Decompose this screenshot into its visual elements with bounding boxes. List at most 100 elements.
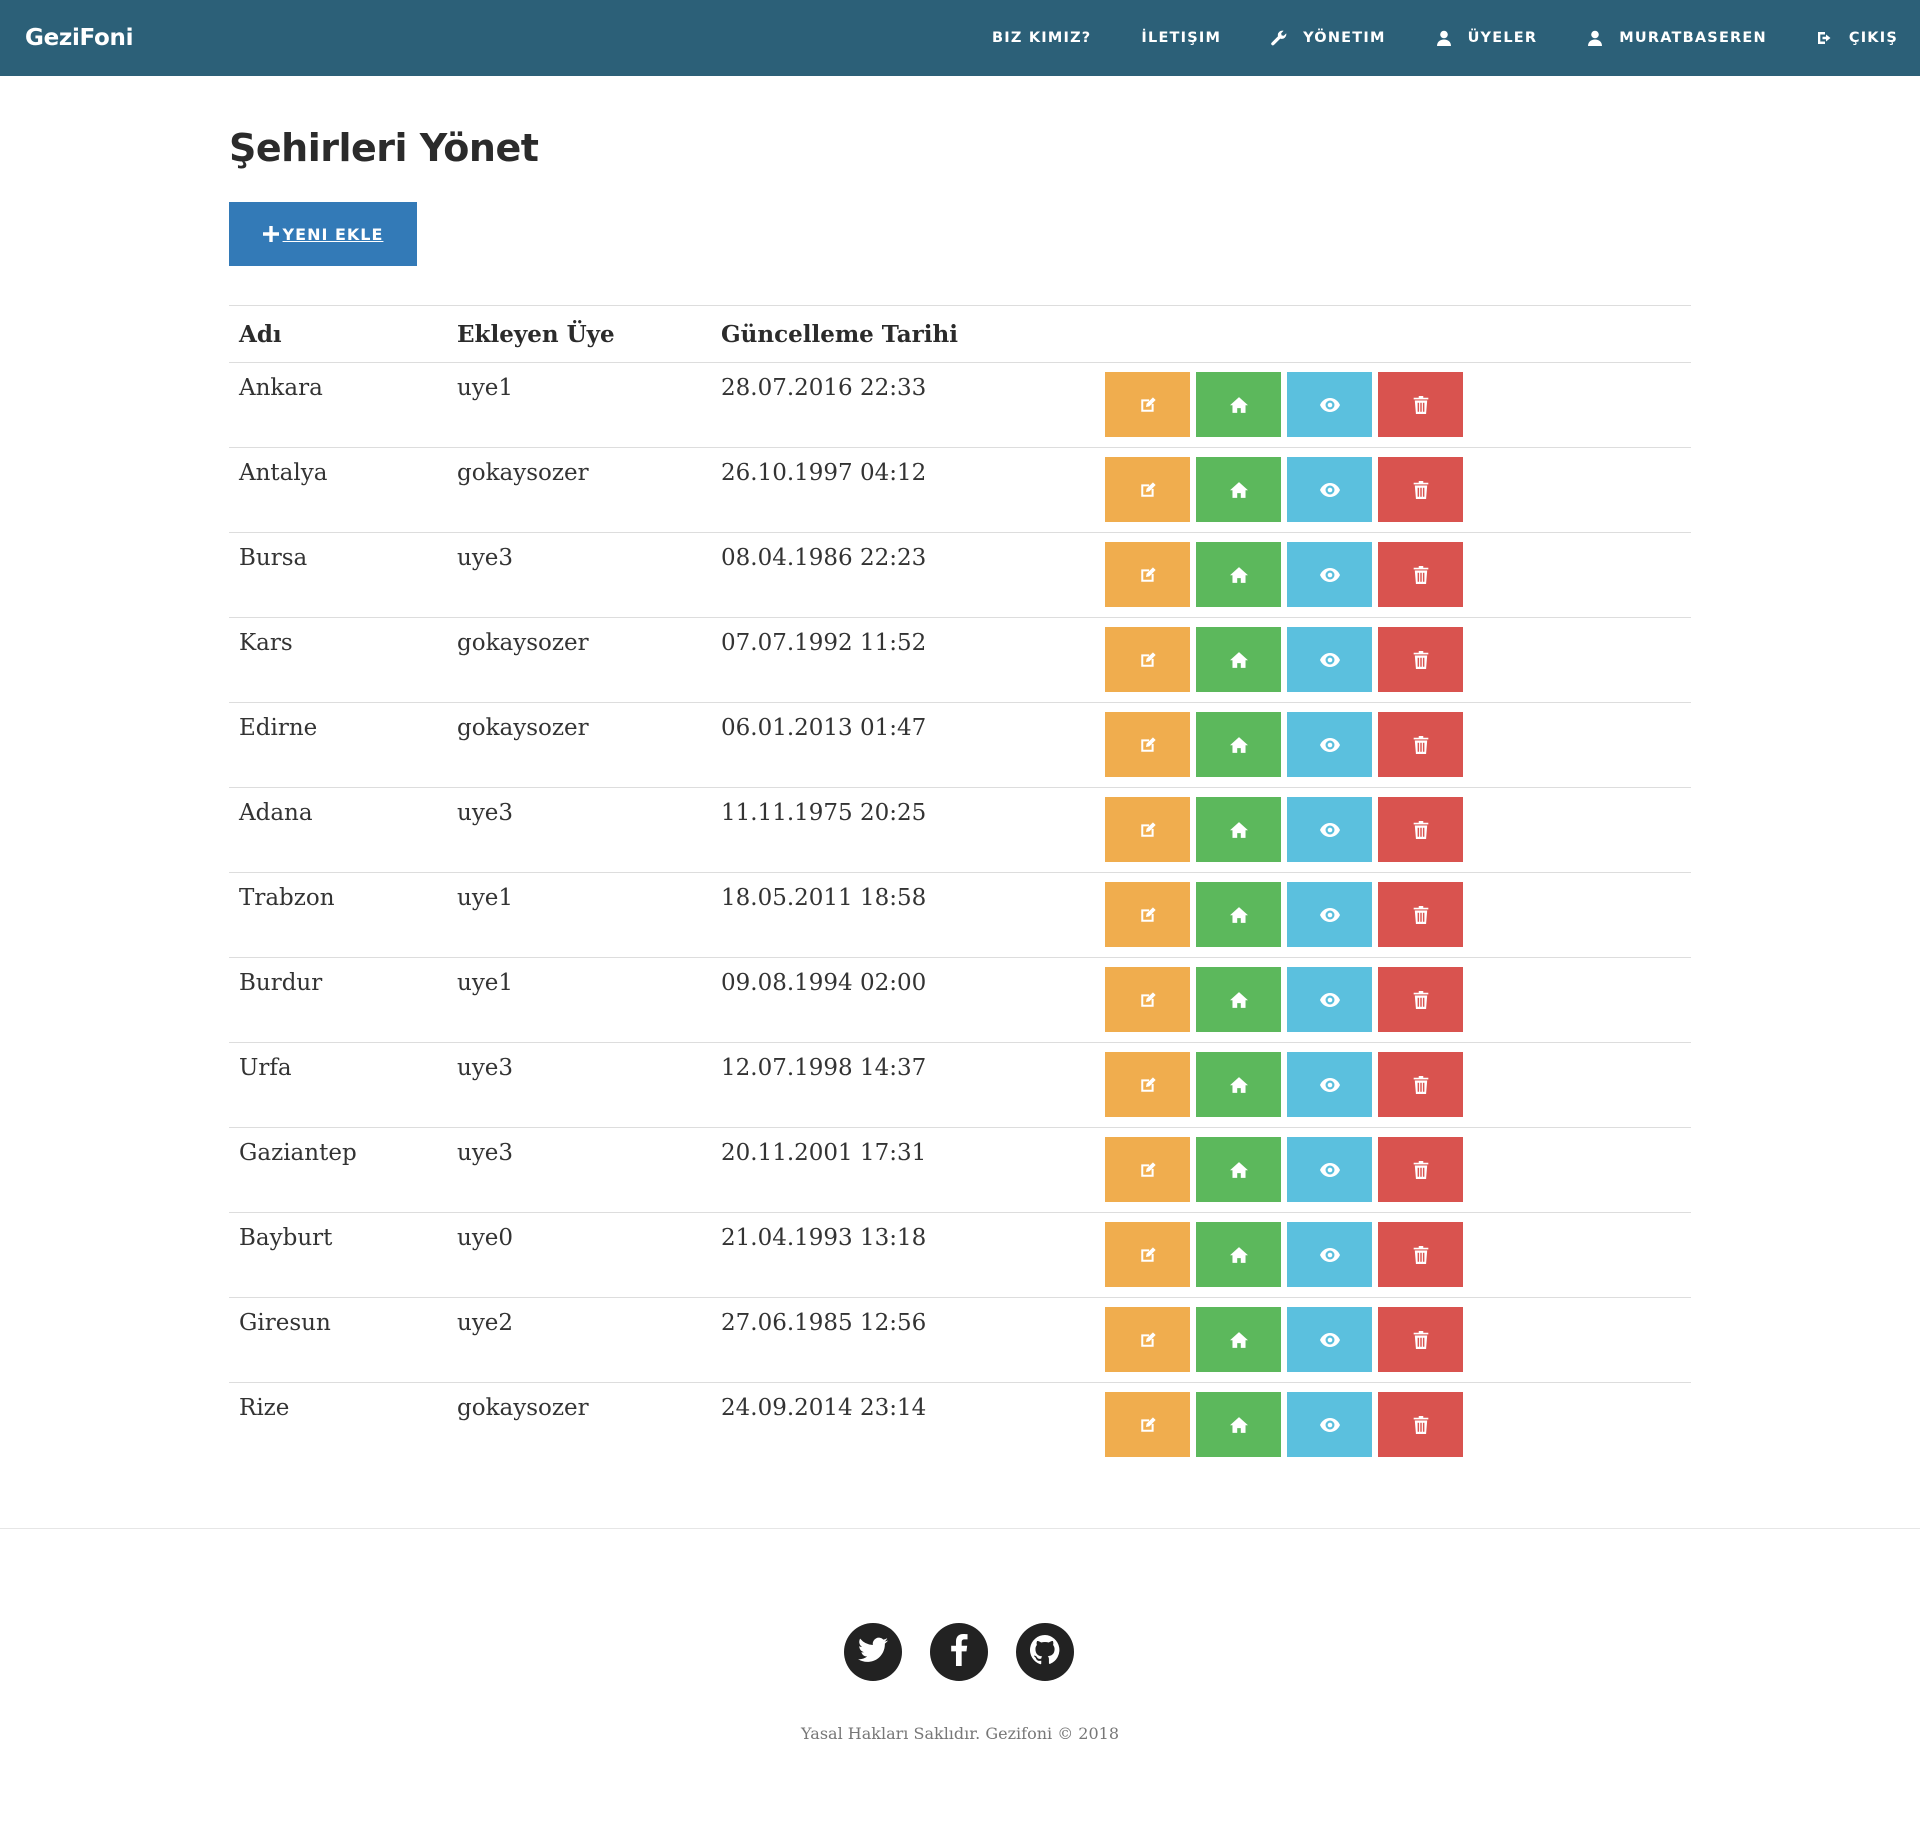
view-button[interactable] (1287, 627, 1372, 692)
delete-button[interactable] (1378, 1222, 1463, 1287)
home-button[interactable] (1196, 1307, 1281, 1372)
date-cell: 06.01.2013 01:47 (711, 702, 1105, 788)
eye-icon (1319, 482, 1340, 497)
row-action-buttons (1105, 372, 1691, 437)
delete-button[interactable] (1378, 1137, 1463, 1202)
add-new-button[interactable]: YENI EKLE (229, 202, 417, 266)
view-button[interactable] (1287, 542, 1372, 607)
edit-button[interactable] (1105, 1307, 1190, 1372)
nav-item-label: ÜYELER (1467, 30, 1538, 46)
user-icon (1436, 30, 1452, 46)
edit-icon (1139, 906, 1157, 924)
member-cell: uye3 (447, 1127, 711, 1213)
member-cell: uye1 (447, 872, 711, 958)
delete-button[interactable] (1378, 712, 1463, 777)
city-name-cell: Urfa (229, 1042, 447, 1128)
city-name-cell: Gaziantep (229, 1127, 447, 1213)
city-name-cell: Antalya (229, 447, 447, 533)
trash-icon (1413, 1160, 1429, 1179)
view-button[interactable] (1287, 1307, 1372, 1372)
edit-button[interactable] (1105, 457, 1190, 522)
eye-icon (1319, 1162, 1340, 1177)
nav-item-about[interactable]: BIZ KIMIZ? (992, 30, 1091, 46)
nav-item-profile[interactable]: MURATBASEREN (1587, 30, 1767, 46)
row-actions-cell (1105, 362, 1691, 448)
view-button[interactable] (1287, 1052, 1372, 1117)
add-new-label: YENI EKLE (282, 224, 384, 244)
edit-button[interactable] (1105, 372, 1190, 437)
member-cell: gokaysozer (447, 447, 711, 533)
home-button[interactable] (1196, 627, 1281, 692)
home-icon (1229, 1076, 1248, 1094)
edit-button[interactable] (1105, 712, 1190, 777)
github-icon (1029, 1635, 1060, 1669)
home-button[interactable] (1196, 882, 1281, 947)
delete-button[interactable] (1378, 372, 1463, 437)
table-header-row: Adı Ekleyen Üye Güncelleme Tarihi (229, 305, 1691, 363)
view-button[interactable] (1287, 797, 1372, 862)
nav-item-admin[interactable]: YÖNETIM (1271, 30, 1385, 46)
edit-button[interactable] (1105, 1137, 1190, 1202)
view-button[interactable] (1287, 372, 1372, 437)
view-button[interactable] (1287, 712, 1372, 777)
delete-button[interactable] (1378, 457, 1463, 522)
delete-button[interactable] (1378, 542, 1463, 607)
delete-button[interactable] (1378, 882, 1463, 947)
delete-button[interactable] (1378, 1392, 1463, 1457)
view-button[interactable] (1287, 1222, 1372, 1287)
plus-icon (262, 226, 279, 242)
home-button[interactable] (1196, 967, 1281, 1032)
nav-item-members[interactable]: ÜYELER (1436, 30, 1538, 46)
eye-icon (1319, 822, 1340, 837)
edit-icon (1139, 1076, 1157, 1094)
table-row: Antalya gokaysozer 26.10.1997 04:12 (229, 447, 1691, 533)
table-row: Gaziantep uye3 20.11.2001 17:31 (229, 1127, 1691, 1213)
twitter-link[interactable] (844, 1623, 902, 1681)
nav-item-contact[interactable]: İLETIŞIM (1141, 30, 1221, 46)
date-cell: 07.07.1992 11:52 (711, 617, 1105, 703)
nav-item-logout[interactable]: ÇIKIŞ (1817, 30, 1898, 46)
member-cell: uye1 (447, 362, 711, 448)
home-button[interactable] (1196, 1222, 1281, 1287)
delete-button[interactable] (1378, 1052, 1463, 1117)
edit-button[interactable] (1105, 1052, 1190, 1117)
home-button[interactable] (1196, 1137, 1281, 1202)
edit-button[interactable] (1105, 627, 1190, 692)
nav-item-label: BIZ KIMIZ? (992, 30, 1092, 46)
edit-button[interactable] (1105, 1222, 1190, 1287)
eye-icon (1319, 567, 1340, 582)
edit-button[interactable] (1105, 542, 1190, 607)
home-button[interactable] (1196, 712, 1281, 777)
row-action-buttons (1105, 1222, 1691, 1287)
delete-button[interactable] (1378, 1307, 1463, 1372)
github-link[interactable] (1016, 1623, 1074, 1681)
view-button[interactable] (1287, 1392, 1372, 1457)
member-cell: uye3 (447, 532, 711, 618)
view-button[interactable] (1287, 882, 1372, 947)
delete-button[interactable] (1378, 967, 1463, 1032)
delete-button[interactable] (1378, 797, 1463, 862)
home-button[interactable] (1196, 1392, 1281, 1457)
edit-button[interactable] (1105, 797, 1190, 862)
view-button[interactable] (1287, 1137, 1372, 1202)
column-header-member: Ekleyen Üye (447, 305, 711, 363)
home-button[interactable] (1196, 797, 1281, 862)
edit-button[interactable] (1105, 1392, 1190, 1457)
table-row: Bayburt uye0 21.04.1993 13:18 (229, 1212, 1691, 1298)
home-button[interactable] (1196, 542, 1281, 607)
table-row: Bursa uye3 08.04.1986 22:23 (229, 532, 1691, 618)
table-row: Burdur uye1 09.08.1994 02:00 (229, 957, 1691, 1043)
edit-button[interactable] (1105, 882, 1190, 947)
edit-button[interactable] (1105, 967, 1190, 1032)
row-actions-cell (1105, 447, 1691, 533)
home-button[interactable] (1196, 1052, 1281, 1117)
home-button[interactable] (1196, 457, 1281, 522)
delete-button[interactable] (1378, 627, 1463, 692)
view-button[interactable] (1287, 457, 1372, 522)
eye-icon (1319, 1077, 1340, 1092)
home-button[interactable] (1196, 372, 1281, 437)
brand-logo[interactable]: GeziFoni (25, 0, 133, 76)
city-name-cell: Bayburt (229, 1212, 447, 1298)
view-button[interactable] (1287, 967, 1372, 1032)
facebook-link[interactable] (930, 1623, 988, 1681)
